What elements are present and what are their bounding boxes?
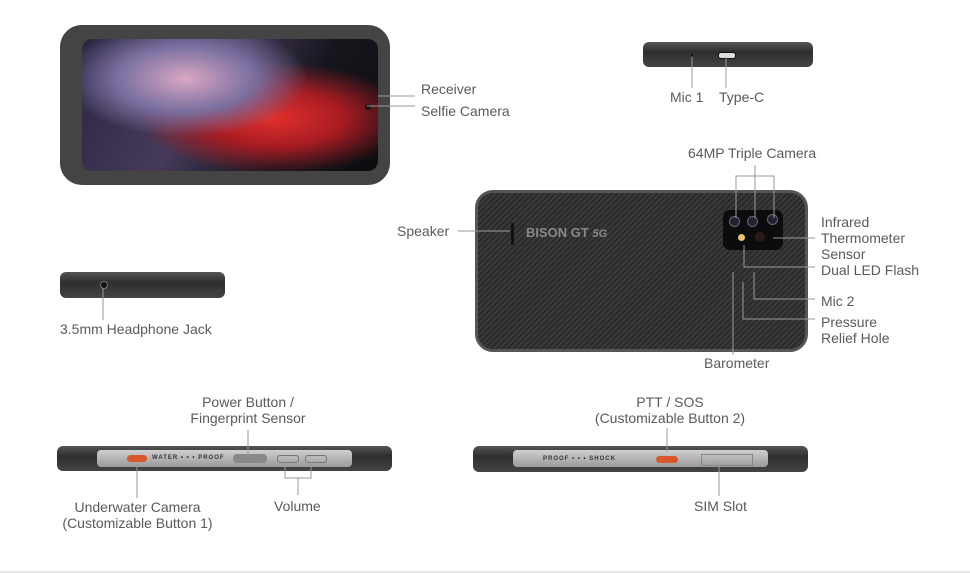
label-barometer: Barometer <box>704 355 770 371</box>
label-underwater-camera: Underwater Camera (Customizable Button 1… <box>55 499 220 531</box>
label-dual-led-flash: Dual LED Flash <box>821 262 920 278</box>
label-type-c: Type-C <box>719 89 765 105</box>
label-pressure-relief: Pressure Relief Hole <box>821 314 889 346</box>
label-power-button: Power Button / Fingerprint Sensor <box>178 394 318 426</box>
label-receiver: Receiver <box>421 81 477 97</box>
label-ptt-line1: PTT / SOS <box>636 394 704 410</box>
label-sim-slot: SIM Slot <box>694 498 747 514</box>
label-power-line2: Fingerprint Sensor <box>190 410 306 426</box>
label-pressure-line1: Pressure <box>821 314 878 330</box>
label-triple-camera: 64MP Triple Camera <box>688 145 817 161</box>
label-mic1: Mic 1 <box>670 89 704 105</box>
label-ptt-line2: (Customizable Button 2) <box>594 410 746 426</box>
label-pressure-line2: Relief Hole <box>821 330 890 346</box>
label-infrared: Infrared Thermometer Sensor <box>821 214 905 262</box>
leader-flash <box>743 245 815 268</box>
label-mic2: Mic 2 <box>821 293 855 309</box>
label-underwater-line2: (Customizable Button 1) <box>62 515 213 531</box>
label-volume: Volume <box>274 498 321 514</box>
leader-triple <box>735 165 775 218</box>
label-selfie-camera: Selfie Camera <box>421 103 510 119</box>
leader-volume <box>284 462 312 495</box>
leader-mic2 <box>753 272 815 300</box>
label-power-line1: Power Button / <box>202 394 294 410</box>
label-underwater-line1: Underwater Camera <box>74 499 201 515</box>
label-infrared-line2: Thermometer <box>821 230 906 246</box>
label-infrared-line3: Sensor <box>821 246 866 262</box>
label-headphone-jack: 3.5mm Headphone Jack <box>60 321 212 337</box>
label-ptt-sos: PTT / SOS (Customizable Button 2) <box>590 394 750 426</box>
label-infrared-line1: Infrared <box>821 214 870 230</box>
leader-lines <box>102 57 815 498</box>
label-speaker: Speaker <box>397 223 450 239</box>
